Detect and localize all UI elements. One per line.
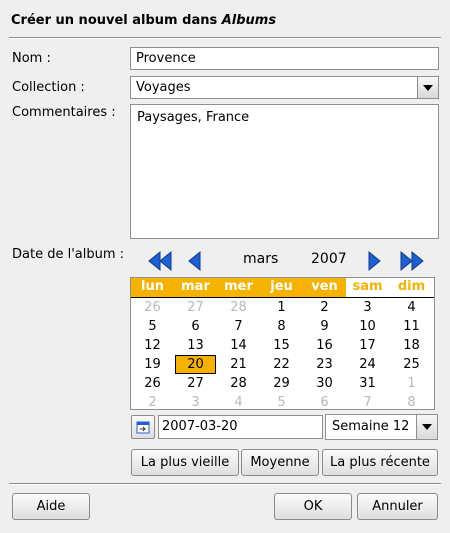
weekday-ven: ven bbox=[311, 279, 338, 294]
collection-combo[interactable]: Voyages bbox=[130, 76, 439, 99]
calendar-day[interactable]: 29 bbox=[260, 374, 303, 393]
oldest-button-label: La plus vieille bbox=[140, 455, 230, 470]
calendar-day[interactable]: 8 bbox=[260, 317, 303, 336]
calendar-day[interactable]: 6 bbox=[174, 317, 217, 336]
next-year-icon[interactable] bbox=[397, 249, 425, 273]
calendar-day[interactable]: 15 bbox=[260, 336, 303, 355]
calendar-day[interactable]: 18 bbox=[390, 336, 433, 355]
calendar-day[interactable]: 30 bbox=[303, 374, 346, 393]
date-input[interactable]: 2007-03-20 bbox=[158, 415, 323, 439]
week-dropdown-button[interactable] bbox=[416, 415, 437, 439]
calendar-day[interactable]: 16 bbox=[303, 336, 346, 355]
calendar-day-selected[interactable]: 20 bbox=[175, 355, 216, 374]
calendar-day[interactable]: 1 bbox=[390, 374, 433, 393]
next-month-icon[interactable] bbox=[367, 249, 383, 273]
collection-value: Voyages bbox=[136, 80, 191, 95]
newest-date-button[interactable]: La plus récente bbox=[322, 449, 438, 476]
weekday-mer: mer bbox=[224, 279, 253, 294]
calendar-grid[interactable]: lun mar mer jeu ven sam dim 26 27 28 1 2 3 4 5 6 7 8 9 10 1… bbox=[130, 277, 435, 410]
calendar-day[interactable]: 14 bbox=[217, 336, 260, 355]
calendar-day[interactable]: 27 bbox=[174, 374, 217, 393]
calendar-month: mars bbox=[243, 251, 279, 267]
calendar-day[interactable]: 5 bbox=[131, 317, 174, 336]
average-date-button[interactable]: Moyenne bbox=[241, 449, 319, 476]
cancel-button[interactable]: Annuler bbox=[357, 493, 438, 520]
previous-month-icon[interactable] bbox=[186, 249, 202, 273]
help-button-label: Aide bbox=[36, 499, 66, 514]
dialog-title-target: Albums bbox=[221, 13, 277, 28]
ok-button-label: OK bbox=[303, 499, 323, 514]
calendar-day[interactable]: 27 bbox=[174, 298, 217, 317]
calendar-weekday-header: lun mar mer jeu ven sam dim bbox=[131, 278, 434, 298]
calendar-day[interactable]: 22 bbox=[260, 355, 303, 374]
calendar-goto-icon bbox=[136, 421, 150, 434]
calendar-day[interactable]: 4 bbox=[217, 393, 260, 412]
calendar-day[interactable]: 7 bbox=[217, 317, 260, 336]
calendar-day[interactable]: 4 bbox=[390, 298, 433, 317]
calendar-day[interactable]: 28 bbox=[217, 298, 260, 317]
calendar-day[interactable]: 28 bbox=[217, 374, 260, 393]
name-field[interactable]: Provence bbox=[130, 47, 439, 70]
calendar-day[interactable]: 1 bbox=[260, 298, 303, 317]
calendar-day[interactable]: 26 bbox=[131, 298, 174, 317]
calendar-day[interactable]: 11 bbox=[390, 317, 433, 336]
calendar-day[interactable]: 19 bbox=[131, 355, 174, 374]
week-combo[interactable]: Semaine 12 bbox=[325, 414, 438, 440]
calendar-day[interactable]: 24 bbox=[346, 355, 389, 374]
collection-label: Collection : bbox=[12, 80, 85, 95]
calendar-day[interactable]: 5 bbox=[260, 393, 303, 412]
calendar-day[interactable]: 23 bbox=[303, 355, 346, 374]
previous-year-icon[interactable] bbox=[147, 249, 175, 273]
calendar-day[interactable]: 6 bbox=[303, 393, 346, 412]
chevron-down-icon bbox=[422, 424, 432, 430]
calendar-day[interactable]: 2 bbox=[303, 298, 346, 317]
go-to-date-button[interactable] bbox=[131, 415, 155, 439]
weekday-lun: lun bbox=[141, 279, 164, 294]
calendar-day[interactable]: 9 bbox=[303, 317, 346, 336]
newest-button-label: La plus récente bbox=[330, 455, 430, 470]
collection-dropdown-button[interactable] bbox=[417, 77, 438, 98]
calendar-day[interactable]: 8 bbox=[390, 393, 433, 412]
calendar-day[interactable]: 17 bbox=[346, 336, 389, 355]
dialog-title-prefix: Créer un nouvel album dans bbox=[11, 13, 222, 28]
cancel-button-label: Annuler bbox=[372, 499, 423, 514]
date-label: Date de l'album : bbox=[12, 247, 125, 262]
comments-textarea[interactable]: Paysages, France bbox=[130, 104, 439, 239]
weekday-jeu: jeu bbox=[270, 279, 293, 294]
average-button-label: Moyenne bbox=[250, 455, 310, 470]
calendar-day[interactable]: 25 bbox=[390, 355, 433, 374]
calendar-day[interactable]: 12 bbox=[131, 336, 174, 355]
weekday-dim: dim bbox=[397, 279, 426, 294]
calendar-day[interactable]: 3 bbox=[346, 298, 389, 317]
week-value: Semaine 12 bbox=[332, 419, 410, 434]
calendar-day[interactable]: 3 bbox=[174, 393, 217, 412]
calendar-day[interactable]: 21 bbox=[217, 355, 260, 374]
help-button[interactable]: Aide bbox=[12, 493, 90, 520]
calendar-year: 2007 bbox=[311, 251, 347, 267]
calendar-day[interactable]: 2 bbox=[131, 393, 174, 412]
ok-button[interactable]: OK bbox=[274, 493, 352, 520]
footer-divider bbox=[9, 483, 441, 485]
comments-label: Commentaires : bbox=[12, 105, 116, 120]
name-label: Nom : bbox=[12, 51, 51, 66]
calendar-day[interactable]: 26 bbox=[131, 374, 174, 393]
chevron-down-icon bbox=[423, 84, 433, 91]
weekday-sam: sam bbox=[352, 279, 383, 294]
dialog-title: Créer un nouvel album dans Albums bbox=[11, 13, 276, 28]
weekday-mar: mar bbox=[181, 279, 210, 294]
title-divider bbox=[9, 37, 441, 39]
calendar-day[interactable]: 13 bbox=[174, 336, 217, 355]
calendar-day[interactable]: 10 bbox=[346, 317, 389, 336]
calendar-day[interactable]: 31 bbox=[346, 374, 389, 393]
calendar-day[interactable]: 7 bbox=[346, 393, 389, 412]
oldest-date-button[interactable]: La plus vieille bbox=[131, 449, 239, 476]
